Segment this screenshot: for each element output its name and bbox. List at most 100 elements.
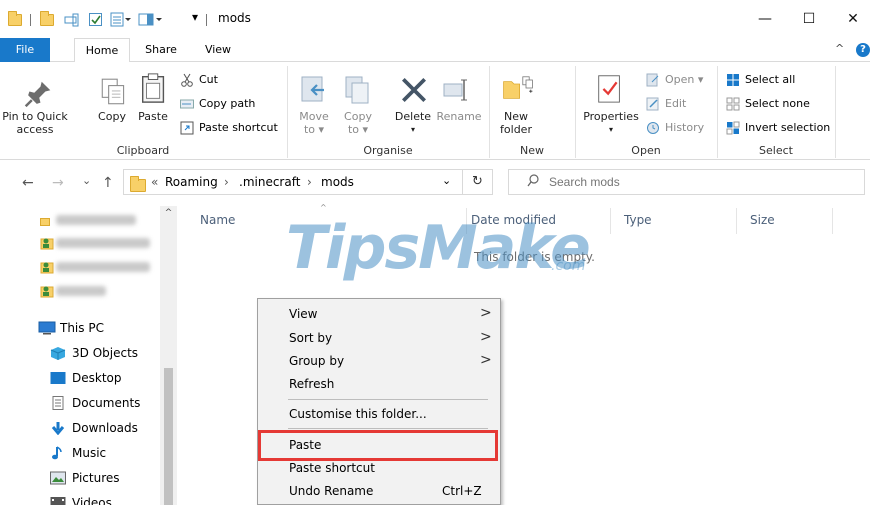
forward-arrow-icon[interactable]: → <box>52 175 64 191</box>
navigation-pane: This PC 3D Objects Desktop Documents Dow… <box>0 206 180 505</box>
properties-quick-icon[interactable] <box>64 12 80 31</box>
maximize-button[interactable]: ☐ <box>786 0 832 38</box>
delete-icon <box>402 78 426 102</box>
move-to-label-2: to ▾ <box>303 123 325 136</box>
move-to-icon <box>301 76 324 102</box>
scroll-up-icon[interactable]: ^ <box>160 208 177 218</box>
breadcrumb-minecraft[interactable]: .minecraft <box>239 175 300 189</box>
menu-separator <box>288 399 488 400</box>
scissors-icon <box>181 73 193 87</box>
group-divider <box>835 66 836 158</box>
move-to-button[interactable]: Move to ▾ <box>294 110 334 136</box>
back-arrow-icon[interactable]: ← <box>22 175 34 191</box>
help-icon[interactable]: ? <box>856 43 870 57</box>
music-note-icon <box>52 446 62 460</box>
column-header-type[interactable]: Type <box>624 213 652 227</box>
breadcrumb-separator[interactable]: › <box>224 175 229 189</box>
rename-button[interactable]: Rename <box>436 110 482 123</box>
clipboard-group-label: Clipboard <box>116 144 170 157</box>
menu-item-view[interactable]: View <box>289 307 317 321</box>
breadcrumb-mods[interactable]: mods <box>321 175 354 189</box>
column-divider[interactable] <box>610 208 611 234</box>
menu-item-undo-rename[interactable]: Undo Rename <box>289 484 373 498</box>
redacted-label <box>56 286 106 296</box>
collapse-ribbon-icon[interactable]: ^ <box>835 42 844 55</box>
menu-item-group-by[interactable]: Group by <box>289 354 344 368</box>
sidebar-item-label: Downloads <box>72 421 138 435</box>
move-to-label-1: Move <box>299 110 329 123</box>
properties-caret-icon: ▾ <box>608 125 613 134</box>
user-folder-icon <box>40 262 54 274</box>
menu-item-paste-shortcut[interactable]: Paste shortcut <box>289 461 375 475</box>
new-folder-label-2: folder <box>500 123 532 136</box>
paste-icon <box>142 73 165 103</box>
close-button[interactable]: ✕ <box>830 0 870 38</box>
organise-group-label: Organise <box>363 144 413 157</box>
tab-home[interactable]: Home <box>74 38 130 63</box>
column-divider[interactable] <box>466 208 467 234</box>
select-group-label: Select <box>759 144 793 157</box>
paste-button[interactable]: Paste <box>136 110 170 123</box>
paste-shortcut-label: Paste shortcut <box>199 121 278 134</box>
overflow-crumb[interactable]: « <box>151 175 158 189</box>
breadcrumb-separator[interactable]: › <box>307 175 312 189</box>
column-divider[interactable] <box>832 208 833 234</box>
undo-shortcut-hint: Ctrl+Z <box>442 484 482 498</box>
menu-item-paste[interactable]: Paste <box>289 438 321 452</box>
sidebar-item-label: Desktop <box>72 371 122 385</box>
search-box[interactable] <box>508 169 865 195</box>
scrollbar-thumb[interactable] <box>164 368 173 505</box>
search-input[interactable] <box>549 175 849 189</box>
column-header-name[interactable]: Name <box>200 213 235 227</box>
menu-item-customise-folder[interactable]: Customise this folder... <box>289 407 427 421</box>
search-icon <box>527 174 539 192</box>
submenu-arrow-icon: > <box>480 352 492 368</box>
pane-quick-icon[interactable] <box>138 12 162 31</box>
navigation-bar: ← → ⌄ ↑ « Roaming › .minecraft › mods ⌄ … <box>0 160 870 206</box>
checkmark-icon[interactable] <box>88 12 104 31</box>
navigation-scrollbar[interactable]: ^ <box>160 206 177 505</box>
tab-file[interactable]: File <box>0 38 50 62</box>
redacted-label <box>56 215 136 225</box>
context-menu: View > Sort by > Group by > Refresh Cust… <box>257 298 501 505</box>
rename-icon <box>443 79 467 101</box>
desktop-icon <box>50 372 66 384</box>
history-label: History <box>665 121 705 134</box>
copy-to-button[interactable]: Copy to ▾ <box>338 110 378 136</box>
invert-selection-icon <box>726 121 740 135</box>
delete-caret-icon: ▾ <box>410 125 415 134</box>
menu-item-sort-by[interactable]: Sort by <box>289 331 332 345</box>
address-bar[interactable]: « Roaming › .minecraft › mods ⌄ <box>123 169 463 195</box>
sort-ascending-icon: ^ <box>320 203 327 212</box>
tab-share[interactable]: Share <box>136 38 186 62</box>
user-folder-icon <box>40 238 54 250</box>
column-header-size[interactable]: Size <box>750 213 775 227</box>
tab-view[interactable]: View <box>196 38 240 62</box>
new-folder-button[interactable]: New folder <box>494 110 538 136</box>
minimize-button[interactable]: — <box>742 0 788 38</box>
copy-button[interactable]: Copy <box>96 110 128 123</box>
pin-to-quick-access-button[interactable]: Pin to Quick access <box>2 110 68 136</box>
new-folder-icon <box>503 76 533 99</box>
column-divider[interactable] <box>736 208 737 234</box>
folder-icon <box>40 218 50 226</box>
sidebar-item-label: Videos <box>72 496 112 505</box>
column-header-date-modified[interactable]: Date modified <box>471 213 556 227</box>
delete-button[interactable]: Delete ▾ <box>392 110 434 136</box>
ribbon: Pin to Quick access Copy Paste Cut Copy … <box>0 62 870 160</box>
redacted-label <box>56 262 150 272</box>
customize-quick-access-icon[interactable]: ▾ <box>192 10 198 24</box>
recent-locations-icon[interactable]: ⌄ <box>82 174 91 187</box>
copy-to-icon <box>345 76 369 104</box>
documents-icon <box>52 396 64 410</box>
download-arrow-icon <box>51 422 65 435</box>
breadcrumb-roaming[interactable]: Roaming <box>165 175 218 189</box>
address-dropdown-icon[interactable]: ⌄ <box>442 174 451 187</box>
details-quick-icon[interactable] <box>110 12 132 31</box>
up-arrow-icon[interactable]: ↑ <box>102 175 114 191</box>
properties-button[interactable]: Properties ▾ <box>580 110 642 136</box>
menu-item-refresh[interactable]: Refresh <box>289 377 334 391</box>
refresh-icon[interactable]: ↻ <box>463 169 493 195</box>
sidebar-item-label: 3D Objects <box>72 346 139 360</box>
videos-icon <box>50 497 66 505</box>
